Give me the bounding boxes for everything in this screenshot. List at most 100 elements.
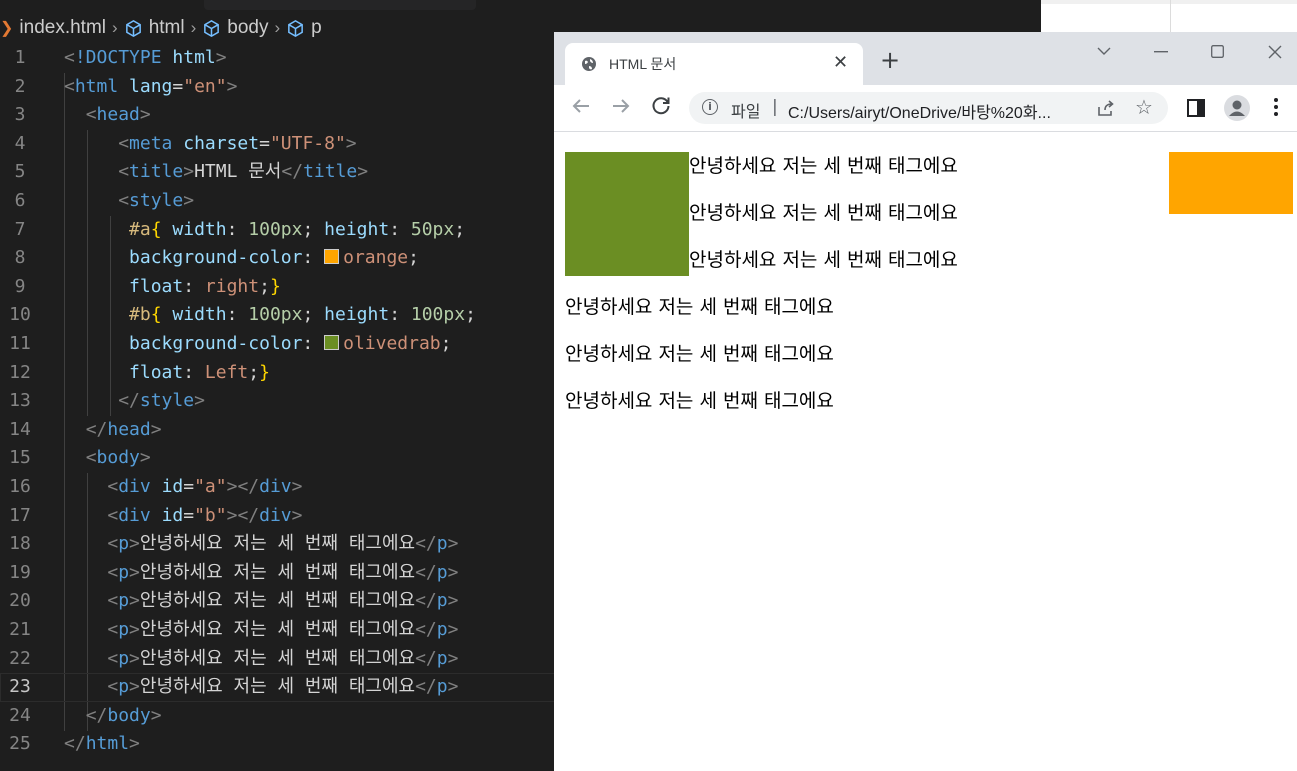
color-swatch-olivedrab[interactable]	[324, 335, 340, 350]
line-number: 4	[14, 132, 26, 154]
breadcrumb-item-body[interactable]: body	[202, 17, 268, 39]
url-separator: |	[772, 97, 778, 117]
breadcrumb-item-html[interactable]: html	[124, 17, 185, 39]
color-swatch-orange[interactable]	[324, 249, 340, 265]
breadcrumb-label: html	[148, 17, 185, 38]
line-number: 18	[9, 533, 31, 555]
forward-arrow-icon[interactable]	[609, 94, 633, 118]
url-text[interactable]: C:/Users/airyt/OneDrive/바탕%20화...	[788, 99, 1051, 123]
chevron-down-icon[interactable]	[1097, 46, 1111, 56]
line-number: 9	[14, 275, 26, 297]
id-value: "b"	[194, 504, 227, 526]
chevron-right-icon: ›	[274, 18, 281, 37]
globe-icon	[582, 57, 596, 71]
paragraph: 안녕하세요 저는 세 번째 태그에요	[689, 249, 958, 271]
line-number: 16	[9, 476, 31, 497]
code-line[interactable]: 6 <style>	[0, 187, 560, 216]
code-line[interactable]: 15 <body>	[0, 444, 560, 473]
line-number: 24	[9, 704, 31, 726]
share-icon[interactable]	[1096, 98, 1116, 118]
width-value: 100px	[248, 304, 303, 326]
p-text: 안녕하세요 저는 세 번째 태그에요	[139, 561, 416, 583]
side-panel-icon[interactable]	[1187, 99, 1205, 117]
tab-title: HTML 문서	[609, 56, 677, 72]
line-number: 7	[14, 218, 26, 240]
code-line[interactable]: 18 <p>안녕하세요 저는 세 번째 태그에요</p>	[0, 530, 560, 559]
code-line[interactable]: 19 <p>안녕하세요 저는 세 번째 태그에요</p>	[0, 559, 560, 588]
float-left: Left	[204, 361, 249, 383]
line-number: 13	[9, 390, 31, 412]
code-line-current[interactable]: 23 <p>안녕하세요 저는 세 번째 태그에요</p>	[0, 673, 560, 702]
window-close-icon[interactable]	[1268, 45, 1282, 59]
breadcrumb-file[interactable]: index.html	[19, 17, 106, 39]
browser-tab[interactable]: HTML 문서 ✕	[565, 43, 863, 85]
file-label: 파일	[731, 102, 761, 121]
code-line[interactable]: 1 <!DOCTYPE html>	[0, 44, 560, 73]
back-arrow-icon[interactable]	[569, 94, 593, 118]
p-text: 안녕하세요 저는 세 번째 태그에요	[139, 647, 416, 669]
code-line[interactable]: 24 </body>	[0, 702, 560, 731]
line-number: 14	[9, 418, 31, 440]
code-line[interactable]: 2 <html lang="en">	[0, 73, 560, 102]
orange-float-box	[1169, 152, 1293, 214]
code-line[interactable]: 9 float: right;}	[0, 273, 560, 302]
code-line[interactable]: 8 background-color: orange;	[0, 244, 560, 273]
paragraph: 안녕하세요 저는 세 번째 태그에요	[689, 202, 958, 224]
lang-value: "en"	[183, 75, 227, 97]
line-number: 10	[9, 304, 31, 326]
code-line[interactable]: 16 <div id="a"></div>	[0, 473, 560, 502]
code-line[interactable]: 17 <div id="b"></div>	[0, 502, 560, 531]
minimize-icon[interactable]	[1154, 51, 1168, 53]
paragraph: 안녕하세요 저는 세 번째 태그에요	[689, 155, 958, 177]
title-text: HTML 문서	[194, 161, 282, 183]
line-number: 6	[14, 190, 26, 211]
line-number: 5	[14, 161, 26, 183]
reload-icon[interactable]	[649, 94, 673, 118]
selector-b: #b	[129, 304, 151, 326]
code-line[interactable]: 22 <p>안녕하세요 저는 세 번째 태그에요</p>	[0, 645, 560, 674]
cube-icon	[204, 19, 220, 37]
code-line[interactable]: 3 <head>	[0, 101, 560, 130]
float-right: right	[204, 275, 260, 297]
more-icon[interactable]	[1274, 98, 1278, 116]
code-line[interactable]: 13 </style>	[0, 387, 560, 416]
code-line[interactable]: 11 background-color: olivedrab;	[0, 330, 560, 359]
line-number: 19	[9, 561, 31, 583]
code-line[interactable]: 4 <meta charset="UTF-8">	[0, 130, 560, 159]
line-number: 1	[14, 47, 26, 68]
breadcrumb: ❯ index.html › html › body › p	[0, 14, 322, 42]
line-number: 15	[9, 447, 31, 469]
profile-icon[interactable]	[1224, 95, 1250, 121]
close-icon[interactable]: ✕	[833, 52, 848, 73]
browser-window[interactable]: HTML 문서 ✕ + i 파일 | C:/Users/airyt/OneDri…	[554, 32, 1297, 771]
code-line[interactable]: 5 <title>HTML 문서</title>	[0, 158, 560, 187]
maximize-icon[interactable]	[1211, 45, 1224, 58]
height-value: 50px	[410, 218, 455, 240]
cube-icon	[125, 19, 141, 37]
code-line[interactable]: 25 </html>	[0, 730, 560, 759]
p-text: 안녕하세요 저는 세 번째 태그에요	[139, 619, 416, 640]
line-number: 17	[9, 504, 31, 526]
line-number: 8	[14, 247, 26, 269]
width-value: 100px	[248, 218, 303, 240]
star-icon[interactable]: ☆	[1135, 95, 1153, 119]
line-number: 3	[14, 104, 26, 126]
line-number: 23	[9, 676, 31, 698]
code-line[interactable]: 12 float: Left;}	[0, 359, 560, 388]
line-number: 20	[9, 590, 31, 612]
code-line[interactable]: 10 #b{ width: 100px; height: 100px;	[0, 301, 560, 330]
breadcrumb-arrow-icon: ❯	[0, 20, 14, 37]
code-editor[interactable]: ❯ index.html › html › body › p 1 <!DOCTYP…	[0, 0, 560, 771]
background-window-bar	[1041, 0, 1297, 4]
code-line[interactable]: 14 </head>	[0, 416, 560, 445]
tab-bar: HTML 문서 ✕ +	[554, 32, 1297, 85]
code-line[interactable]: 21 <p>안녕하세요 저는 세 번째 태그에요</p>	[0, 616, 560, 645]
code-line[interactable]: 20 <p>안녕하세요 저는 세 번째 태그에요</p>	[0, 587, 560, 616]
info-icon[interactable]: i	[702, 99, 718, 115]
code-line[interactable]: 7 #a{ width: 100px; height: 50px;	[0, 216, 560, 245]
address-bar[interactable]: i 파일 | C:/Users/airyt/OneDrive/바탕%20화...…	[689, 92, 1168, 124]
breadcrumb-item-p[interactable]: p	[286, 17, 322, 39]
editor-top-strip	[204, 0, 476, 10]
page-content: 안녕하세요 저는 세 번째 태그에요 안녕하세요 저는 세 번째 태그에요 안녕…	[554, 132, 1297, 771]
plus-icon[interactable]: +	[880, 48, 900, 72]
